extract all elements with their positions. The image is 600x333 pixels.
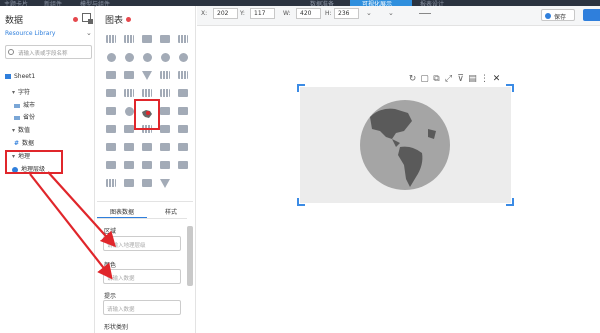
w-label: W: xyxy=(283,10,291,17)
copy-icon[interactable]: ⧉ xyxy=(432,74,441,84)
save-label: 保存 xyxy=(554,14,567,21)
width-input[interactable]: 420 xyxy=(296,8,321,19)
arrange-icon[interactable]: ⋮ xyxy=(480,74,489,84)
resize-handle[interactable] xyxy=(297,84,305,92)
minus-icon[interactable] xyxy=(419,13,431,14)
resize-handle[interactable] xyxy=(506,84,514,92)
resize-handle[interactable] xyxy=(297,198,305,206)
h-label: H: xyxy=(325,10,332,17)
map-widget[interactable] xyxy=(300,87,511,203)
camera-icon[interactable] xyxy=(583,9,600,21)
refresh-icon[interactable]: ↻ xyxy=(408,74,417,84)
close-icon[interactable]: ✕ xyxy=(492,74,501,84)
globe-map xyxy=(360,100,450,190)
y-label: Y: xyxy=(240,10,245,17)
height-input[interactable]: 236 xyxy=(334,8,359,19)
resize-handle[interactable] xyxy=(506,198,514,206)
filter-icon[interactable]: ⊽ xyxy=(456,74,465,84)
dropdown-chevron-icon[interactable]: ⌄ xyxy=(366,9,372,17)
expand-icon[interactable]: ⤢ xyxy=(444,74,453,84)
widget-toolbar: ↻ ▢ ⧉ ⤢ ⊽ ▤ ⋮ ✕ xyxy=(408,74,504,86)
x-input[interactable]: 202 xyxy=(213,8,238,19)
dropdown-chevron-icon[interactable]: ⌄ xyxy=(388,9,394,17)
table-icon[interactable]: ▤ xyxy=(468,74,477,84)
save-icon xyxy=(545,12,551,19)
y-input[interactable]: 117 xyxy=(250,8,275,19)
lock-icon[interactable]: ▢ xyxy=(420,74,429,84)
x-label: X: xyxy=(201,10,208,17)
save-button[interactable]: 保存 xyxy=(541,9,575,21)
